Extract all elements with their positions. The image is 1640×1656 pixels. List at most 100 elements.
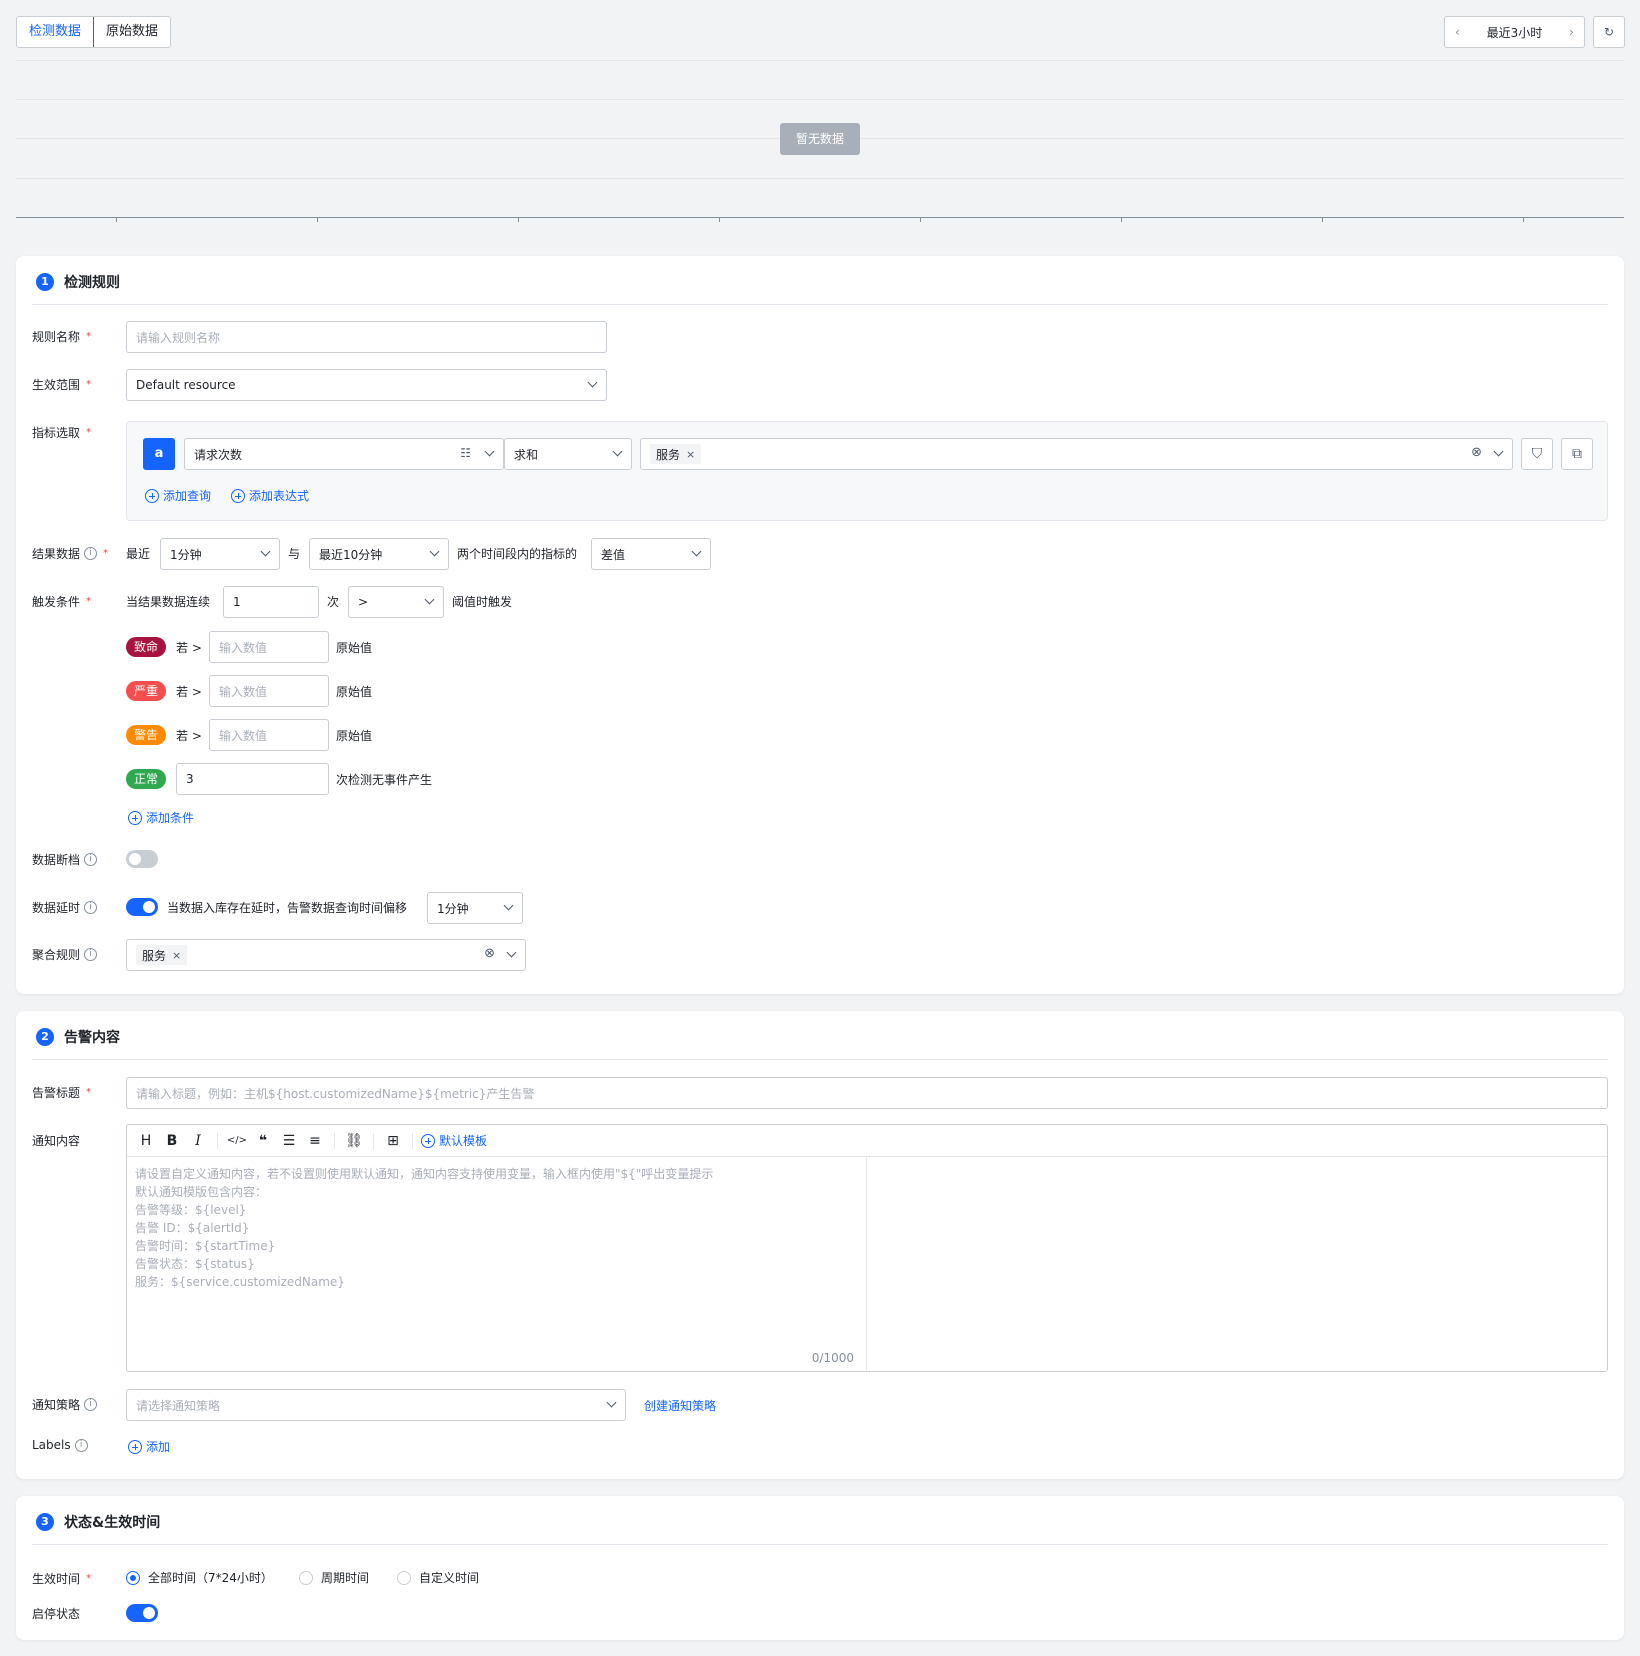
input-value: 1 [233, 595, 241, 609]
time-range-label: 最近3小时 [1486, 25, 1543, 40]
metric-select[interactable]: 请求次数 ☷ [184, 438, 504, 470]
level-warn-tag: 警告 [126, 725, 167, 745]
filter-button[interactable]: ⛉ [1521, 438, 1553, 470]
chevron-down-icon [691, 546, 702, 557]
label-text: 结果数据 [32, 547, 81, 561]
bold-icon[interactable]: B [161, 1130, 183, 1152]
trigger-prefix: 当结果数据连续 [126, 595, 211, 609]
method-select[interactable]: 差值 [591, 538, 711, 570]
radio-label: 自定义时间 [419, 1571, 480, 1585]
recent-text: 最近 [126, 547, 151, 561]
placeholder-line: 告警等级：${level} [135, 1203, 247, 1217]
close-icon[interactable]: × [172, 949, 181, 962]
placeholder-line: 请设置自定义通知内容，若不设置则使用默认通知，通知内容支持使用变量，输入框内使用… [135, 1167, 714, 1181]
create-policy-link[interactable]: 创建通知策略 [644, 1397, 716, 1414]
clear-icon[interactable]: ⊗ [484, 946, 495, 961]
table-icon[interactable]: ⊞ [382, 1130, 404, 1152]
add-condition-button[interactable]: 添加条件 [128, 809, 194, 826]
time-range-picker[interactable]: ‹ 最近3小时 › [1444, 16, 1585, 48]
code-icon[interactable]: </> [226, 1130, 248, 1152]
metric-tree-icon[interactable]: ☷ [460, 446, 471, 460]
chevron-down-icon [606, 1397, 617, 1408]
info-icon[interactable]: i [84, 853, 98, 866]
data-gap-switch[interactable] [126, 850, 158, 868]
delay-offset-select[interactable]: 1分钟 [427, 892, 523, 924]
raw-value-text: 原始值 [336, 641, 373, 655]
info-icon[interactable]: i [84, 1398, 98, 1411]
plus-circle-icon [128, 1439, 142, 1454]
label-text: 数据断档 [32, 853, 81, 867]
refresh-button[interactable]: ↻ [1593, 16, 1625, 48]
label-text: 指标选取 [32, 426, 81, 440]
add-query-button[interactable]: 添加查询 [145, 487, 211, 504]
data-delay-switch[interactable] [126, 898, 158, 916]
rule-name-input[interactable]: 请输入规则名称 [126, 321, 607, 353]
select-value: 1分钟 [170, 547, 202, 562]
copy-button[interactable]: ⧉ [1561, 438, 1593, 470]
tab-raw-data[interactable]: 原始数据 [94, 17, 170, 47]
radio-all-time[interactable]: 全部时间（7*24小时） [126, 1569, 273, 1586]
default-template-button[interactable]: 默认模板 [421, 1132, 487, 1149]
required-mark: * [86, 427, 92, 438]
enable-status-switch[interactable] [126, 1604, 158, 1622]
info-icon[interactable]: i [84, 901, 98, 914]
section-title: 3 状态&生效时间 [36, 1512, 160, 1532]
alert-title-input[interactable]: 请输入标题，例如：主机${host.customizedName}${metri… [126, 1077, 1608, 1109]
radio-periodic-time[interactable]: 周期时间 [299, 1569, 369, 1586]
required-mark: * [86, 1087, 92, 1098]
add-label-button[interactable]: 添加 [128, 1438, 170, 1455]
aggregate-label: 聚合规则 i [32, 946, 98, 963]
level-normal-tag: 正常 [126, 769, 167, 789]
group-by-select[interactable]: 服务 × ⊗ [640, 438, 1513, 470]
bullet-list-icon[interactable]: ☰ [278, 1130, 300, 1152]
link-text: 添加 [146, 1440, 171, 1454]
metric-label: 指标选取 * [32, 424, 91, 441]
chevron-left-icon[interactable]: ‹ [1455, 25, 1460, 39]
label-text: Labels [32, 1438, 71, 1452]
period2-select[interactable]: 最近10分钟 [309, 538, 449, 570]
normal-count-input[interactable]: 3 [176, 763, 329, 795]
aggregation-select[interactable]: 求和 [504, 438, 632, 470]
operator-select[interactable]: > [348, 586, 444, 618]
notify-policy-select[interactable]: 请选择通知策略 [126, 1389, 626, 1421]
editor-toolbar: H B I </> ❝ ☰ ≡ ⛓ ⊞ 默认模板 [127, 1125, 1607, 1157]
tab-detect-data[interactable]: 检测数据 [17, 17, 95, 47]
link-icon[interactable]: ⛓ [343, 1130, 365, 1152]
no-data-label: 暂无数据 [780, 123, 860, 155]
step-number: 3 [36, 1513, 54, 1531]
toolbar-divider [373, 1132, 374, 1149]
char-counter: 0/1000 [811, 1351, 854, 1365]
notify-content-editor: H B I </> ❝ ☰ ≡ ⛓ ⊞ 默认模板 请设置自定义通知内容，若不设置… [126, 1124, 1608, 1372]
select-value: 最近10分钟 [319, 547, 383, 562]
label-text: 聚合规则 [32, 948, 81, 962]
info-icon[interactable]: i [84, 948, 98, 961]
trigger-count-input[interactable]: 1 [223, 586, 319, 618]
period1-select[interactable]: 1分钟 [160, 538, 280, 570]
placeholder: 输入数值 [219, 684, 268, 699]
info-icon[interactable]: i [84, 547, 98, 560]
warn-threshold-input[interactable]: 输入数值 [209, 719, 329, 751]
close-icon[interactable]: × [686, 448, 695, 461]
required-mark: * [103, 548, 109, 559]
radio-custom-time[interactable]: 自定义时间 [397, 1569, 479, 1586]
select-value: 1分钟 [437, 901, 469, 916]
scope-select[interactable]: Default resource [126, 369, 607, 401]
clear-icon[interactable]: ⊗ [1471, 445, 1482, 460]
fatal-threshold-input[interactable]: 输入数值 [209, 631, 329, 663]
ordered-list-icon[interactable]: ≡ [304, 1130, 326, 1152]
chevron-down-icon [503, 900, 514, 911]
info-icon[interactable]: i [74, 1438, 88, 1452]
chevron-right-icon[interactable]: › [1569, 25, 1574, 39]
aggregate-select[interactable]: 服务 × ⊗ [126, 939, 526, 971]
severe-threshold-input[interactable]: 输入数值 [209, 675, 329, 707]
grid-line [16, 178, 1624, 179]
notify-content-textarea[interactable]: 请设置自定义通知内容，若不设置则使用默认通知，通知内容支持使用变量，输入框内使用… [127, 1157, 867, 1371]
add-expression-button[interactable]: 添加表达式 [231, 487, 309, 504]
result-label: 结果数据 i * [32, 545, 108, 562]
alert-title-label: 告警标题 * [32, 1084, 91, 1101]
step-number: 1 [36, 273, 54, 291]
radio-dot [397, 1570, 411, 1585]
quote-icon[interactable]: ❝ [252, 1130, 274, 1152]
heading-icon[interactable]: H [135, 1130, 157, 1152]
italic-icon[interactable]: I [187, 1130, 209, 1152]
